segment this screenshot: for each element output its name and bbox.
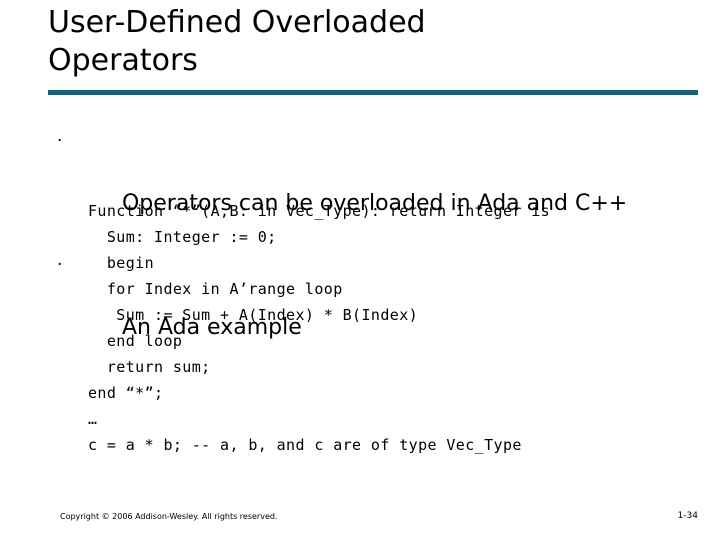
code-line: end “*”; <box>88 384 164 402</box>
slide-canvas: User-Defined Overloaded Operators · Oper… <box>0 0 720 540</box>
code-line: c = a * b; -- a, b, and c are of type Ve… <box>88 436 522 454</box>
code-line: Sum := Sum + A(Index) * B(Index) <box>88 306 419 324</box>
page-title: User-Defined Overloaded Operators <box>48 5 426 78</box>
footer-page-number: 1-34 <box>677 511 698 521</box>
code-block: Function “*”(A,B: in Vec_Type): return I… <box>88 198 688 458</box>
code-line: … <box>88 410 98 428</box>
title-divider-rule <box>48 90 698 95</box>
code-line: begin <box>88 254 155 272</box>
code-line: Function “*”(A,B: in Vec_Type): return I… <box>88 202 551 220</box>
bullet-marker-icon: · <box>57 131 63 151</box>
code-line: end loop <box>88 332 183 350</box>
footer-copyright: Copyright © 2006 Addison-Wesley. All rig… <box>60 512 278 521</box>
code-line: Sum: Integer := 0; <box>88 228 277 246</box>
code-line: return sum; <box>88 358 211 376</box>
title-block: User-Defined Overloaded Operators <box>48 4 668 80</box>
bullet-marker-icon: · <box>57 255 63 275</box>
code-line: for Index in A’range loop <box>88 280 343 298</box>
